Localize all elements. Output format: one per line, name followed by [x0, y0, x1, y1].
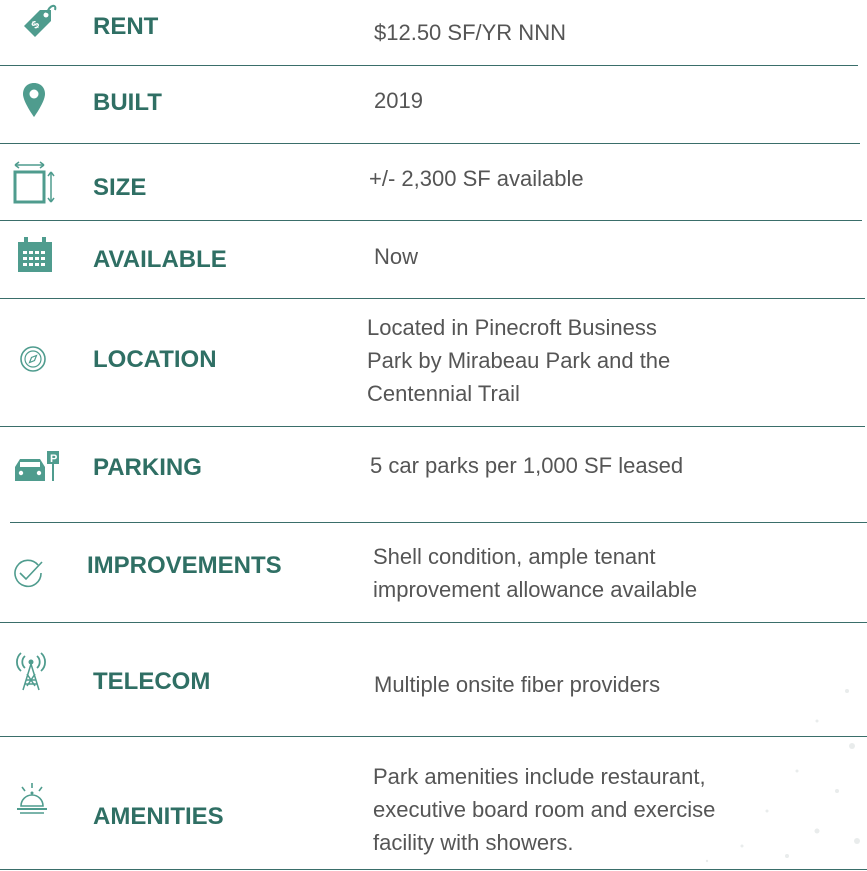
antenna-tower-icon: [16, 652, 46, 691]
parking-icon: P: [15, 451, 59, 481]
built-label: BUILT: [93, 89, 162, 116]
svg-text:P: P: [50, 453, 57, 465]
parking-value: 5 car parks per 1,000 SF leased: [370, 453, 684, 478]
rent-label: RENT: [93, 13, 159, 40]
checkmark-icon: [14, 559, 43, 588]
available-label: AVAILABLE: [93, 246, 227, 273]
dimensions-icon: [13, 161, 55, 204]
compass-icon: [20, 346, 46, 372]
calendar-icon: [18, 237, 52, 272]
row-divider: [10, 522, 867, 523]
location-label: LOCATION: [93, 346, 217, 373]
location-value: Located in Pinecroft Business Park by Mi…: [367, 315, 671, 406]
service-bell-icon: [17, 783, 47, 814]
telecom-label: TELECOM: [93, 668, 211, 695]
improvements-value: Shell condition, ample tenant improvemen…: [373, 544, 698, 602]
location-pin-icon: [23, 83, 45, 117]
row-divider: [0, 426, 865, 427]
row-divider: [0, 220, 862, 221]
built-value: 2019: [374, 88, 423, 113]
telecom-value: Multiple onsite fiber providers: [374, 672, 661, 697]
row-divider: [0, 736, 867, 737]
improvements-label: IMPROVEMENTS: [87, 552, 282, 579]
row-divider: [0, 65, 858, 66]
row-divider: [0, 298, 865, 299]
row-divider: [0, 143, 860, 144]
row-divider: [0, 622, 867, 623]
size-value: +/- 2,300 SF available: [369, 166, 584, 191]
price-tag-icon: $: [24, 4, 57, 37]
rent-value: $12.50 SF/YR NNN: [374, 20, 566, 45]
amenities-label: AMENITIES: [93, 803, 224, 830]
amenities-value: Park amenities include restaurant, execu…: [373, 764, 716, 855]
row-divider: [0, 869, 867, 870]
size-label: SIZE: [93, 174, 147, 201]
parking-label: PARKING: [93, 454, 202, 481]
available-value: Now: [374, 244, 419, 269]
